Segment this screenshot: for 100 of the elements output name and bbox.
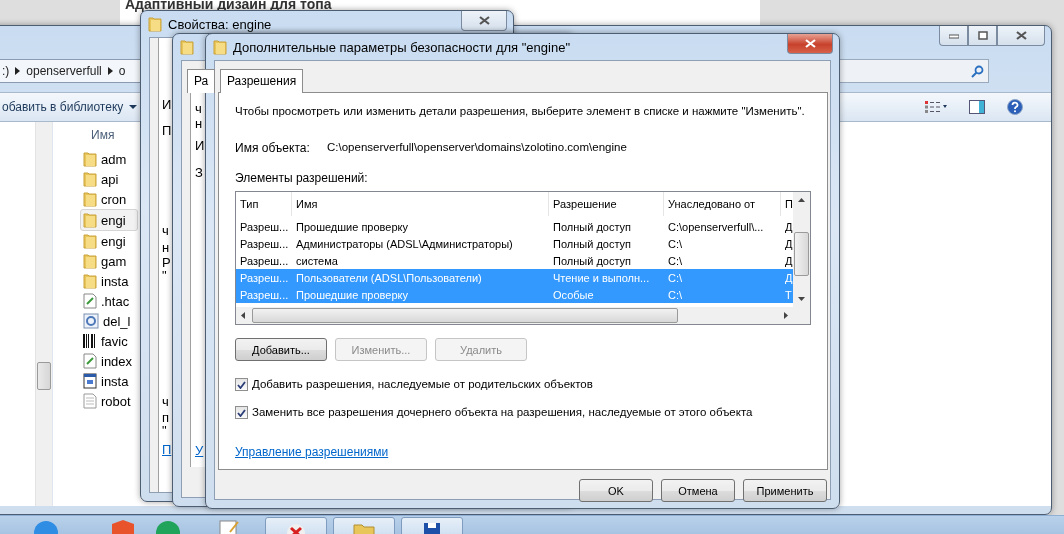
label-text: " — [162, 268, 167, 283]
minimize-icon — [948, 32, 959, 39]
label-text: П — [162, 123, 172, 138]
object-name-label: Имя объекта: — [235, 141, 311, 155]
folder-icon — [83, 171, 97, 187]
folder-icon — [213, 39, 227, 55]
file-item[interactable]: insta — [81, 371, 137, 391]
column-header[interactable]: Разрешение — [549, 192, 664, 216]
label-text: ч — [162, 223, 169, 238]
object-path: C:\openserverfull\openserver\domains\zolotino.com\engine — [327, 141, 627, 153]
breadcrumb-item[interactable]: :) — [2, 64, 10, 78]
preview-pane-icon[interactable] — [969, 100, 985, 114]
file-item[interactable]: adm — [81, 149, 137, 169]
label-text: н — [195, 116, 203, 131]
right-arrow-icon[interactable] — [784, 312, 788, 319]
file-item[interactable]: .htac — [81, 291, 137, 311]
table-row[interactable]: Разреш... Прошедшие проверку Полный доступ C:\openserverfull\... Д — [236, 218, 793, 235]
folder-icon — [180, 39, 194, 55]
link-text[interactable]: П — [162, 442, 172, 457]
tab[interactable]: Ра — [187, 69, 216, 93]
up-arrow-icon[interactable] — [798, 198, 805, 202]
column-header[interactable]: Имя — [91, 128, 115, 142]
table-row[interactable]: Разреш... Администраторы (ADSL\Администраторы) Полный доступ C:\ Д — [236, 235, 793, 252]
caret-icon — [129, 105, 138, 109]
action-button[interactable]: Добавить... — [235, 338, 327, 361]
label-text: И — [195, 138, 205, 153]
label-text: Р — [162, 255, 171, 270]
down-arrow-icon[interactable] — [798, 297, 805, 301]
folder-icon — [83, 233, 97, 249]
breadcrumb-item[interactable]: openserverfull — [26, 64, 102, 78]
maximize-icon — [977, 31, 988, 40]
close-button[interactable] — [997, 26, 1045, 46]
scrollbar-thumb[interactable] — [37, 362, 51, 390]
dialog-button[interactable]: Отмена — [661, 479, 735, 502]
close-icon — [1015, 31, 1027, 40]
checkbox-label[interactable]: Заменить все разрешения дочернего объекта на разрешения, наследуемые от этого объекта — [252, 406, 753, 418]
file-item[interactable]: robot — [81, 391, 137, 411]
column-header[interactable]: Тип — [236, 192, 292, 216]
window-title: Дополнительные параметры безопасности для "engine" — [233, 39, 570, 55]
list-label: Элементы разрешений: — [235, 171, 369, 185]
checkmark-icon — [237, 408, 246, 417]
checkbox[interactable] — [235, 406, 248, 419]
column-header[interactable]: Унаследовано от — [664, 192, 781, 216]
checkbox[interactable] — [235, 378, 248, 391]
scrollbar-thumb[interactable] — [252, 308, 678, 323]
minimize-button[interactable] — [939, 26, 968, 46]
folder-icon — [83, 191, 97, 207]
file-item[interactable]: engi — [80, 209, 138, 231]
file-item[interactable]: favic — [81, 331, 137, 351]
left-arrow-icon[interactable] — [241, 312, 245, 319]
folder-icon — [83, 151, 97, 167]
folder-icon — [83, 253, 97, 269]
label-text: п — [162, 410, 170, 425]
instruction-text: Чтобы просмотреть или изменить детали разрешения, выберите элемент в списке и нажмите "Изменить". — [235, 105, 805, 117]
file-item[interactable]: del_l — [81, 311, 137, 331]
dialog-button[interactable]: Применить — [743, 479, 827, 502]
breadcrumb-item[interactable]: o — [118, 64, 126, 78]
label-text: ч — [195, 101, 202, 116]
file-item[interactable]: api — [81, 169, 137, 189]
label-text: н — [162, 240, 170, 255]
chevron-icon — [107, 67, 113, 75]
file-item[interactable]: insta — [81, 271, 137, 291]
label-text: " — [162, 423, 167, 438]
folders-icon — [352, 521, 376, 534]
folder-icon — [83, 273, 97, 289]
file-item[interactable]: cron — [81, 189, 137, 209]
scrollbar-thumb[interactable] — [794, 232, 809, 276]
file-item[interactable]: gam — [81, 251, 137, 271]
help-icon[interactable] — [1007, 99, 1023, 115]
folder-icon — [148, 16, 162, 32]
cross-icon — [286, 521, 306, 534]
tab[interactable]: Разрешения — [220, 69, 304, 93]
link-text[interactable]: У — [195, 443, 204, 458]
gear-document-icon — [83, 313, 99, 329]
close-icon — [804, 39, 816, 48]
file-item[interactable]: engi — [81, 231, 137, 251]
window-app-icon — [83, 373, 97, 389]
table-row[interactable]: Разреш... система Полный доступ C:\ Д — [236, 252, 793, 269]
barcode-icon — [83, 333, 97, 349]
window-title: Свойства: engine — [168, 16, 272, 32]
library-button[interactable]: обавить в библиотеку — [2, 100, 138, 114]
close-button[interactable] — [461, 11, 507, 31]
folder-icon — [83, 212, 97, 228]
search-icon — [971, 64, 984, 78]
close-icon — [478, 16, 490, 25]
text-file-icon — [83, 393, 97, 409]
chevron-icon — [15, 67, 21, 75]
document-pen-icon — [83, 293, 97, 309]
view-options-icon[interactable] — [925, 101, 947, 113]
maximize-button[interactable] — [968, 26, 997, 46]
checkbox-label[interactable]: Добавить разрешения, наследуемые от родительских объектов — [252, 378, 593, 390]
label-text: З — [195, 165, 203, 180]
document-pen-icon — [83, 353, 97, 369]
file-item[interactable]: index — [81, 351, 137, 371]
column-header[interactable]: Имя — [292, 192, 549, 216]
manage-permissions-link[interactable]: Управление разрешениями — [235, 445, 389, 459]
checkmark-icon — [237, 380, 246, 389]
dialog-button[interactable]: OK — [579, 479, 653, 502]
label-text: И — [162, 97, 172, 112]
close-button[interactable] — [787, 34, 833, 54]
